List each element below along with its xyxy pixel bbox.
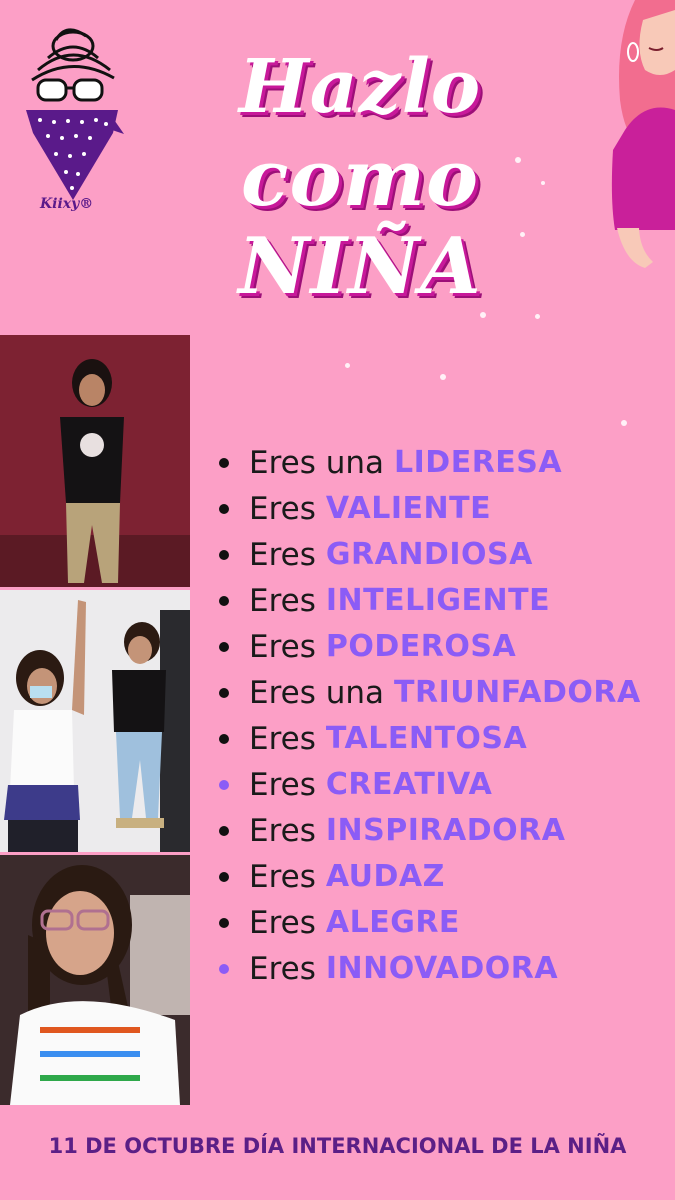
list-item-highlight: INTELIGENTE xyxy=(325,583,551,618)
list-item-prefix: Eres xyxy=(249,859,316,895)
list-item-prefix: Eres una xyxy=(249,675,385,711)
list-item: Eres AUDAZ xyxy=(215,854,641,900)
girl-photo-2 xyxy=(0,590,190,852)
bullet-icon xyxy=(219,458,229,468)
list-item-prefix: Eres xyxy=(249,721,316,757)
list-item-highlight: LIDERESA xyxy=(394,445,563,480)
bullet-icon xyxy=(219,642,229,652)
bullet-icon xyxy=(219,596,229,606)
brand-logo xyxy=(18,18,128,223)
bullet-icon xyxy=(219,504,229,514)
list-item-highlight: AUDAZ xyxy=(325,859,445,894)
sparkle-dot xyxy=(621,420,627,426)
bullet-icon xyxy=(219,918,229,928)
list-item: Eres INTELIGENTE xyxy=(215,578,641,624)
sparkle-dot xyxy=(440,374,446,380)
list-item: Eres una LIDERESA xyxy=(215,440,641,486)
title-line-3: NIÑA xyxy=(238,221,482,312)
list-item-prefix: Eres una xyxy=(249,445,385,481)
woman-illustration xyxy=(605,0,675,280)
list-item-prefix: Eres xyxy=(249,491,316,527)
list-item: Eres GRANDIOSA xyxy=(215,532,641,578)
list-item: Eres INSPIRADORA xyxy=(215,808,641,854)
bullet-icon xyxy=(219,550,229,560)
list-item: Eres una TRIUNFADORA xyxy=(215,670,641,716)
list-item: Eres VALIENTE xyxy=(215,486,641,532)
bullet-icon xyxy=(219,826,229,836)
title-line-2: como xyxy=(240,133,480,224)
list-item-highlight: TALENTOSA xyxy=(325,721,528,756)
list-item: Eres ALEGRE xyxy=(215,900,641,946)
list-item-highlight: VALIENTE xyxy=(325,491,492,526)
bullet-icon xyxy=(219,734,229,744)
girl-photo-1 xyxy=(0,335,190,587)
list-item: Eres CREATIVA xyxy=(215,762,641,808)
list-item-highlight: ALEGRE xyxy=(325,905,460,940)
list-item-highlight: GRANDIOSA xyxy=(325,537,533,572)
list-item-highlight: PODEROSA xyxy=(325,629,517,664)
list-item-prefix: Eres xyxy=(249,537,316,573)
list-item: Eres INNOVADORA xyxy=(215,946,641,992)
girl-photo-3 xyxy=(0,855,190,1105)
list-item-highlight: INNOVADORA xyxy=(325,951,559,986)
sparkle-dot xyxy=(345,363,350,368)
woman-illustration-icon xyxy=(611,0,675,268)
brand-name: Kiixy® xyxy=(40,196,94,212)
list-item-prefix: Eres xyxy=(249,813,316,849)
bullet-icon xyxy=(219,964,229,974)
list-item-prefix: Eres xyxy=(249,583,316,619)
list-item-prefix: Eres xyxy=(249,905,316,941)
list-item-prefix: Eres xyxy=(249,951,316,987)
sparkle-dot xyxy=(535,314,540,319)
title-line-1: Hazlo xyxy=(238,44,482,130)
bullet-icon xyxy=(219,688,229,698)
bullet-icon xyxy=(219,780,229,790)
list-item-highlight: CREATIVA xyxy=(325,767,493,802)
affirmation-list: Eres una LIDERESA Eres VALIENTE Eres GRANDIOS… xyxy=(215,440,641,992)
list-item-prefix: Eres xyxy=(249,767,316,803)
footer-caption: 11 DE OCTUBRE DÍA INTERNACIONAL DE LA NI… xyxy=(48,1134,627,1158)
sparkle-dot xyxy=(480,312,486,318)
list-item-highlight: TRIUNFADORA xyxy=(394,675,641,710)
bullet-icon xyxy=(219,872,229,882)
list-item-prefix: Eres xyxy=(249,629,316,665)
bandana-girl-logo-icon xyxy=(26,28,124,200)
list-item-highlight: INSPIRADORA xyxy=(325,813,566,848)
list-item: Eres PODEROSA xyxy=(215,624,641,670)
list-item: Eres TALENTOSA xyxy=(215,716,641,762)
